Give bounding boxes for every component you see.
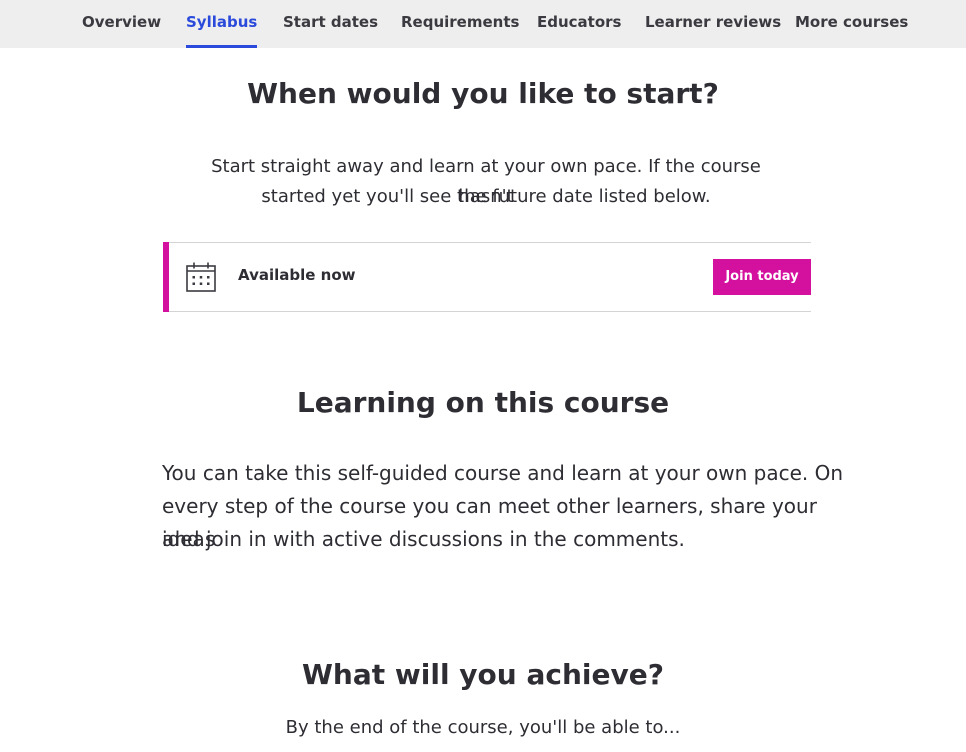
learning-text-line-1: You can take this self-guided course and… <box>162 461 844 485</box>
nav-item-educators[interactable]: Educators <box>537 0 621 48</box>
achieve-intro: By the end of the course, you'll be able… <box>285 717 681 738</box>
nav-item-start-dates[interactable]: Start dates <box>283 0 378 48</box>
start-intro-line-2: started yet you'll see the future date l… <box>261 186 711 207</box>
nav-item-more-courses[interactable]: More courses <box>795 0 908 48</box>
join-today-button[interactable]: Join today <box>713 259 811 295</box>
start-date-row: Available now Join today <box>163 242 811 312</box>
availability-label: Available now <box>238 266 356 284</box>
learning-text-line-3: and join in with active discussions in t… <box>162 527 685 551</box>
course-nav-bar: Overview Syllabus Start dates Requiremen… <box>0 0 966 48</box>
start-heading: When would you like to start? <box>247 77 719 110</box>
nav-item-learner-reviews[interactable]: Learner reviews <box>645 0 781 48</box>
nav-item-requirements[interactable]: Requirements <box>401 0 519 48</box>
calendar-icon <box>186 262 216 292</box>
learning-heading: Learning on this course <box>296 386 670 419</box>
nav-item-syllabus[interactable]: Syllabus <box>186 0 258 48</box>
start-row-accent-bar <box>163 242 169 312</box>
nav-item-overview[interactable]: Overview <box>82 0 161 48</box>
achieve-heading: What will you achieve? <box>302 658 664 691</box>
